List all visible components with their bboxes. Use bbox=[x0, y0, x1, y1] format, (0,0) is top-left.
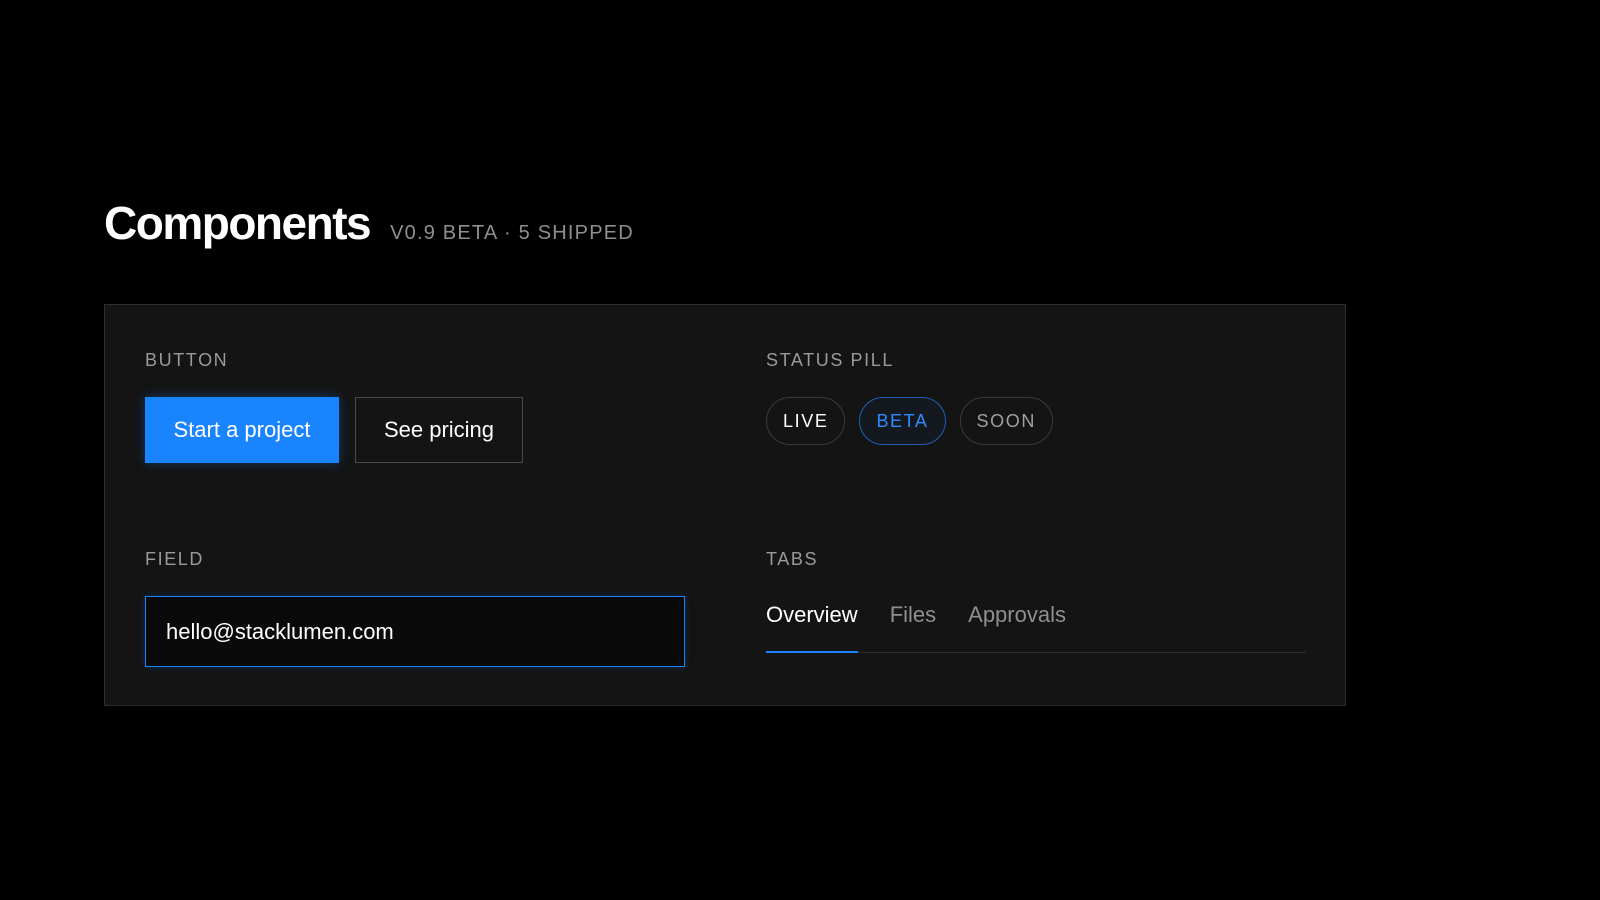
page-title: Components bbox=[104, 197, 372, 249]
status-pill-live: LIVE bbox=[766, 397, 846, 445]
status-pill-group: LIVE BETA SOON bbox=[766, 397, 1053, 445]
tab-approvals[interactable]: Approvals bbox=[968, 596, 1066, 652]
see-pricing-button[interactable]: See pricing bbox=[355, 397, 523, 463]
button-group: Start a project See pricing bbox=[145, 397, 523, 463]
components-page: Components V0.9 BETA · 5 SHIPPED BUTTON … bbox=[0, 0, 1600, 900]
section-label-field: FIELD bbox=[145, 549, 205, 569]
version-meta: V0.9 BETA · 5 SHIPPED bbox=[390, 222, 634, 244]
start-project-button[interactable]: Start a project bbox=[145, 397, 339, 463]
status-pill-soon: SOON bbox=[959, 397, 1053, 445]
components-panel: BUTTON Start a project See pricing STATU… bbox=[104, 304, 1346, 706]
tab-files[interactable]: Files bbox=[890, 596, 936, 652]
status-pill-beta: BETA bbox=[859, 397, 946, 445]
tab-overview[interactable]: Overview bbox=[766, 596, 858, 653]
section-label-button: BUTTON bbox=[145, 350, 229, 370]
section-label-status-pill: STATUS PILL bbox=[766, 350, 894, 370]
section-label-tabs: TABS bbox=[766, 549, 819, 569]
page-header: Components V0.9 BETA · 5 SHIPPED bbox=[104, 200, 634, 246]
tab-bar: Overview Files Approvals bbox=[766, 596, 1306, 653]
email-field[interactable] bbox=[145, 596, 685, 667]
